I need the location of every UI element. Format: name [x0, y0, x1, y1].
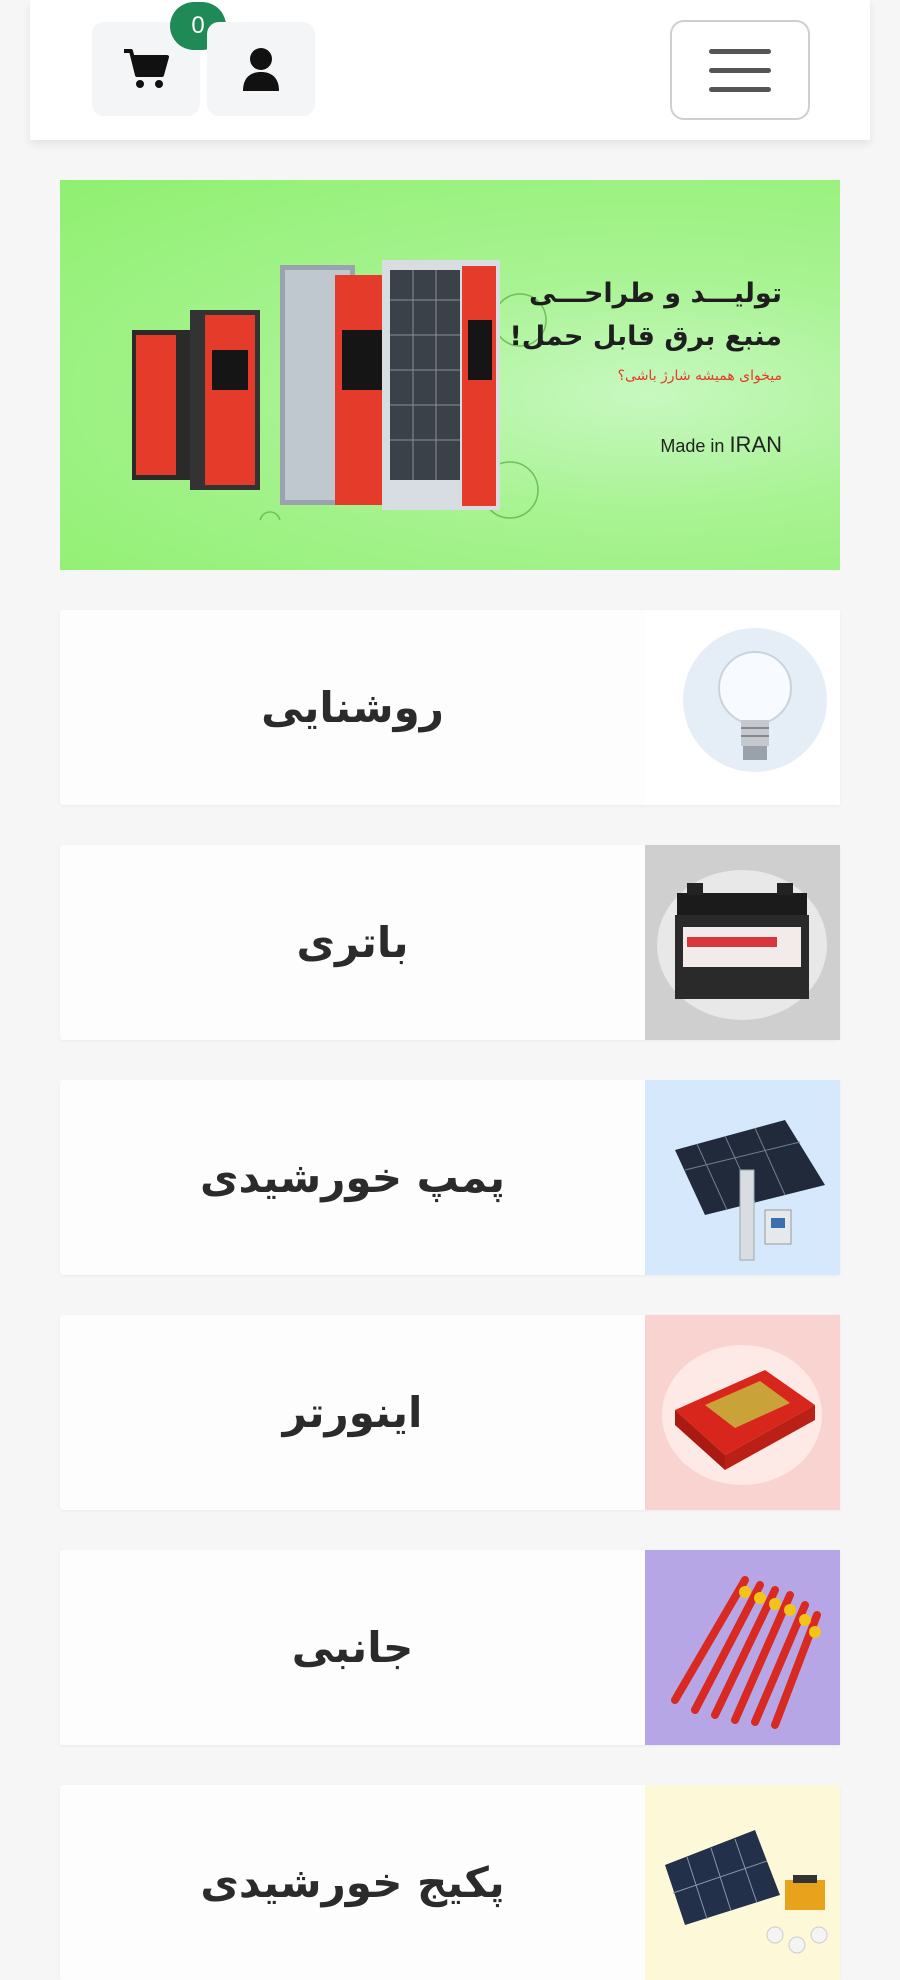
light-bulb-image — [645, 610, 840, 805]
category-accessories[interactable]: جانبی — [60, 1550, 840, 1745]
hamburger-icon — [709, 48, 771, 54]
screwdrivers-image — [645, 1550, 840, 1745]
category-inverter[interactable]: اینورتر — [60, 1315, 840, 1510]
category-label: جانبی — [291, 1623, 414, 1672]
category-label: پمپ خورشیدی — [200, 1153, 505, 1202]
inverter-image — [645, 1315, 840, 1510]
cart-icon — [124, 49, 169, 88]
solar-package-image — [645, 1785, 840, 1980]
banner-title: تولیـــد و طراحـــی منبع برق قابل حمل! — [509, 278, 782, 352]
top-header: 0 — [30, 0, 870, 140]
category-solar-pump[interactable]: پمپ خورشیدی — [60, 1080, 840, 1275]
user-account-button[interactable] — [207, 22, 315, 116]
user-icon — [243, 48, 279, 91]
category-solar-package[interactable]: پکیج خورشیدی — [60, 1785, 840, 1980]
banner-subtitle: میخوای همیشه شارژ باشی؟ — [617, 368, 782, 384]
category-lighting[interactable]: روشنایی — [60, 610, 840, 805]
category-label: پکیج خورشیدی — [200, 1858, 505, 1907]
category-label: روشنایی — [261, 683, 444, 732]
battery-image — [645, 845, 840, 1040]
hamburger-menu-button[interactable] — [670, 20, 810, 120]
category-battery[interactable]: باتری — [60, 845, 840, 1040]
category-label: اینورتر — [282, 1388, 423, 1437]
category-label: باتری — [296, 918, 409, 967]
promo-banner[interactable]: تولیـــد و طراحـــی منبع برق قابل حمل! م… — [60, 180, 840, 570]
solar-pump-image — [645, 1080, 840, 1275]
made-in-label: Made in IRAN — [660, 432, 782, 457]
